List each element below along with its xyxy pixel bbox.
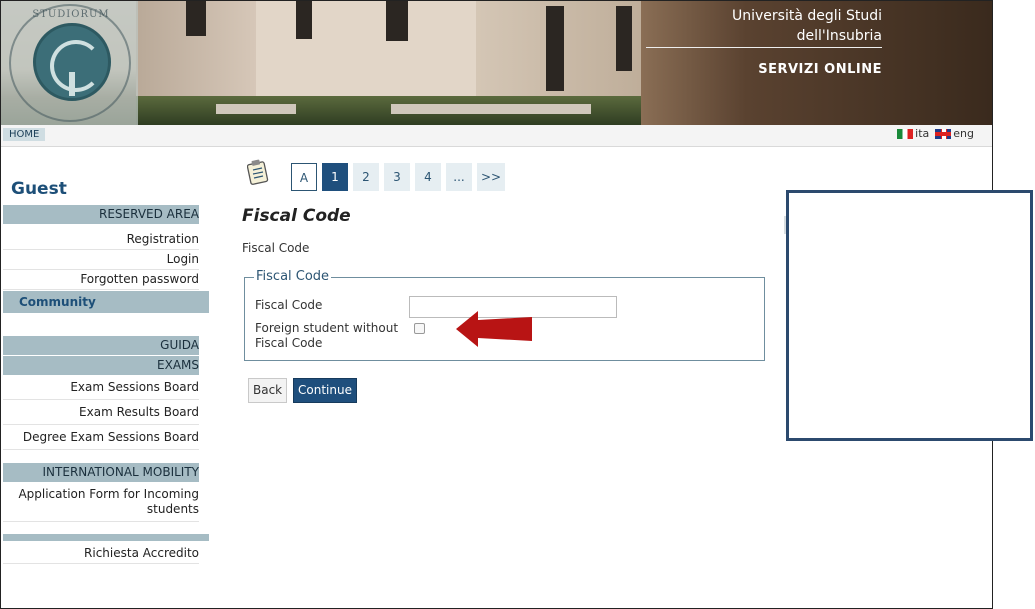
page-title: Fiscal Code	[242, 206, 351, 226]
uk-flag-icon	[935, 129, 952, 139]
red-arrow-icon	[456, 311, 532, 347]
sidebar-item-community[interactable]: Community	[3, 291, 209, 313]
page-subtitle: Fiscal Code	[242, 241, 310, 255]
university-name: Università degli Studi dell'Insubria	[731, 8, 882, 44]
sidebar-item-guida[interactable]: GUIDA	[3, 336, 199, 355]
home-link[interactable]: HOME	[3, 128, 46, 141]
sidebar-richiesta: Richiesta Accredito	[3, 543, 209, 564]
pager-step-2[interactable]: 2	[353, 163, 379, 191]
foreign-student-checkbox[interactable]	[414, 323, 425, 334]
fiscal-code-label: Fiscal Code	[255, 298, 323, 312]
pager-step-3[interactable]: 3	[384, 163, 410, 191]
continue-button[interactable]: Continue	[293, 378, 357, 403]
top-nav-bar: HOME ita eng	[1, 125, 992, 147]
sidebar-item-exam-results-board[interactable]: Exam Results Board	[3, 400, 199, 425]
university-logo: STUDIORUM	[1, 1, 138, 125]
sidebar-divider	[3, 534, 209, 541]
lang-ita-link[interactable]: ita	[897, 127, 929, 140]
annotation-rectangle	[786, 190, 1033, 441]
foreign-student-label: Foreign student without Fiscal Code	[255, 321, 399, 350]
sidebar-item-exam-sessions-board[interactable]: Exam Sessions Board	[3, 375, 199, 400]
sidebar-header-reserved-area: RESERVED AREA	[3, 205, 199, 224]
language-switcher: ita eng	[897, 127, 974, 140]
sidebar-guida-exams: GUIDA EXAMS Exam Sessions Board Exam Res…	[3, 336, 209, 450]
sidebar-item-login[interactable]: Login	[3, 250, 199, 270]
sidebar-item-degree-exam-sessions-board[interactable]: Degree Exam Sessions Board	[3, 425, 199, 450]
seal-text: STUDIORUM	[32, 9, 110, 20]
user-guest-label: Guest	[11, 179, 67, 199]
step-pager: A 1 2 3 4 ... >>	[291, 163, 506, 191]
servizi-online-title: SERVIZI ONLINE	[758, 62, 882, 77]
pager-ellipsis: ...	[446, 163, 472, 191]
pager-step-a[interactable]: A	[291, 163, 317, 191]
italy-flag-icon	[897, 129, 914, 139]
clipboard-icon	[247, 159, 269, 185]
sidebar-header-exams: EXAMS	[3, 356, 199, 375]
sidebar-item-richiesta-accredito[interactable]: Richiesta Accredito	[3, 543, 199, 564]
seal-emblem-icon	[33, 23, 111, 101]
header-banner: STUDIORUM Università degli Studi dell'In…	[1, 1, 992, 125]
sidebar-item-application-form[interactable]: Application Form for Incoming students	[3, 482, 199, 522]
sidebar-item-forgotten-password[interactable]: Forgotten password	[3, 270, 199, 290]
fieldset-legend: Fiscal Code	[254, 269, 332, 284]
pager-step-4[interactable]: 4	[415, 163, 441, 191]
header-divider	[646, 47, 882, 48]
sidebar-international-mobility: INTERNATIONAL MOBILITY Application Form …	[3, 463, 209, 522]
pager-step-1[interactable]: 1	[322, 163, 348, 191]
sidebar-header-international-mobility: INTERNATIONAL MOBILITY	[3, 463, 199, 482]
sidebar-reserved-area: RESERVED AREA Registration Login Forgott…	[3, 205, 209, 290]
back-button[interactable]: Back	[248, 378, 288, 403]
pager-next[interactable]: >>	[477, 163, 506, 191]
sidebar-item-registration[interactable]: Registration	[3, 230, 199, 250]
lang-eng-link[interactable]: eng	[935, 127, 974, 140]
